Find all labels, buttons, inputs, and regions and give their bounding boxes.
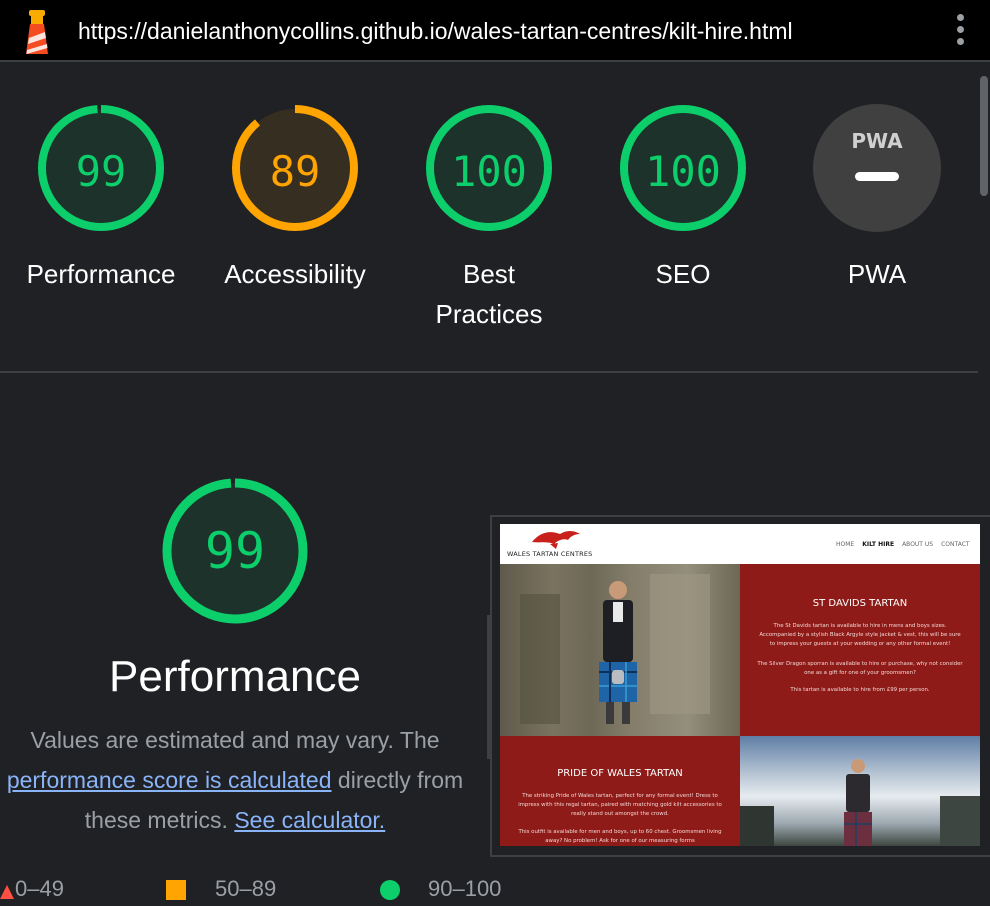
- pwa-badge-text: PWA: [851, 129, 903, 153]
- gauge-seo[interactable]: 100 SEO: [586, 104, 780, 294]
- lighthouse-icon: [26, 10, 48, 54]
- gauge-score: 89: [269, 147, 321, 196]
- gauge-best-practices[interactable]: 100 Best Practices: [392, 104, 586, 334]
- pride-of-wales-heading: PRIDE OF WALES TARTAN: [557, 768, 683, 779]
- pride-of-wales-text-1: The striking Pride of Wales tartan, perf…: [518, 793, 722, 817]
- performance-title: Performance: [109, 652, 361, 701]
- man-in-kilt-image: [500, 564, 740, 736]
- red-dragon-logo-icon: [532, 531, 580, 549]
- st-davids-heading: ST DAVIDS TARTAN: [812, 598, 908, 609]
- fail-triangle-icon: [0, 885, 14, 899]
- legend-average: 50–89: [215, 876, 277, 901]
- gauge-performance[interactable]: 99 Performance: [4, 104, 198, 294]
- gauge-label: Accessibility: [224, 259, 366, 289]
- gauge-label: PWA: [847, 259, 907, 289]
- legend-fail: 0–49: [15, 876, 64, 901]
- performance-description: Values are estimated and may vary. The p…: [0, 720, 480, 840]
- site-nav-about: ABOUT US: [902, 541, 934, 548]
- gauge-score: 100: [645, 147, 721, 196]
- pwa-badge-icon: PWA: [813, 104, 941, 232]
- report-url: https://danielanthonycollins.github.io/w…: [78, 18, 793, 44]
- pride-of-wales-text-2: This outfit is available for men and boy…: [518, 829, 722, 844]
- gauge-score: 99: [75, 147, 127, 196]
- site-logo-text: WALES TARTAN CENTRES: [507, 550, 593, 558]
- see-calculator-link[interactable]: See calculator.: [234, 807, 385, 833]
- url-bar: https://danielanthonycollins.github.io/w…: [0, 0, 990, 62]
- kilt-photo-st-davids: [500, 564, 740, 736]
- site-nav-home: HOME: [836, 541, 855, 548]
- scrollbar-thumb[interactable]: [980, 76, 988, 196]
- site-nav-kilt-hire: KILT HIRE: [862, 541, 895, 548]
- pride-of-wales-section: PRIDE OF WALES TARTAN The striking Pride…: [500, 736, 740, 846]
- desc-text-1: Values are estimated and may vary. The: [30, 727, 440, 753]
- performance-score: 99: [204, 522, 266, 580]
- kilt-photo-pride-of-wales: [740, 736, 980, 846]
- man-in-tartan-image: [740, 759, 980, 846]
- gauge-pwa[interactable]: PWA PWA: [780, 104, 974, 294]
- pass-circle-icon: [380, 880, 400, 900]
- gauge-accessibility[interactable]: 89 Accessibility: [198, 104, 392, 294]
- site-header: WALES TARTAN CENTRES HOME KILT HIRE ABOUT …: [500, 524, 980, 564]
- site-nav: HOME KILT HIRE ABOUT US CONTACT: [836, 541, 978, 548]
- st-davids-text-2: The Silver Dragon sporran is available t…: [757, 661, 963, 676]
- final-screenshot[interactable]: WALES TARTAN CENTRES HOME KILT HIRE ABOUT …: [500, 524, 980, 846]
- section-divider: [0, 371, 978, 373]
- more-options-icon[interactable]: [952, 14, 968, 48]
- legend-pass: 90–100: [428, 876, 502, 901]
- score-calculated-link[interactable]: performance score is calculated: [7, 767, 332, 793]
- site-nav-contact: CONTACT: [941, 541, 970, 548]
- average-square-icon: [166, 880, 186, 900]
- st-davids-text-3: This tartan is available to hire from £9…: [790, 687, 930, 693]
- gauge-label: Performance: [26, 259, 176, 289]
- gauge-label: SEO: [655, 259, 711, 289]
- st-davids-section: ST DAVIDS TARTAN The St Davids tartan is…: [740, 564, 980, 736]
- gauge-label: Best Practices: [435, 259, 543, 329]
- st-davids-text-1: The St Davids tartan is available to hir…: [759, 623, 961, 647]
- gauge-score: 100: [451, 147, 527, 196]
